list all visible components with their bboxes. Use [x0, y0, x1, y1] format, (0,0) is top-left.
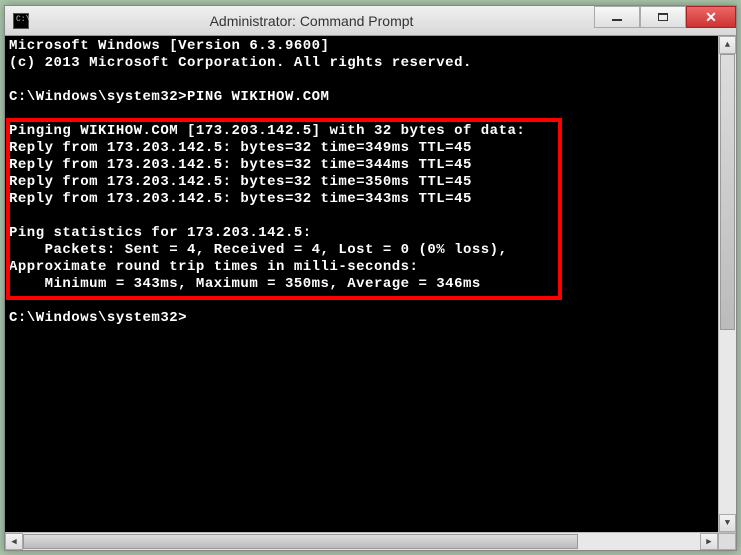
maximize-button[interactable] [640, 6, 686, 28]
maximize-icon [658, 13, 668, 21]
command-prompt-window: C:\ Administrator: Command Prompt ✕ Micr… [4, 5, 737, 551]
ping-reply-line: Reply from 173.203.142.5: bytes=32 time=… [9, 140, 472, 156]
ping-stats-header: Ping statistics for 173.203.142.5: [9, 225, 312, 241]
vscroll-track[interactable] [719, 54, 736, 514]
horizontal-scrollbar[interactable]: ◀ ▶ [5, 532, 736, 550]
copyright-line: (c) 2013 Microsoft Corporation. All righ… [9, 55, 472, 71]
hscroll-thumb[interactable] [23, 534, 578, 549]
ping-reply-line: Reply from 173.203.142.5: bytes=32 time=… [9, 157, 472, 173]
window-title: Administrator: Command Prompt [29, 13, 594, 29]
close-icon: ✕ [705, 9, 717, 26]
ping-reply-line: Reply from 173.203.142.5: bytes=32 time=… [9, 174, 472, 190]
scrollbar-corner [718, 533, 736, 550]
scroll-right-button[interactable]: ▶ [700, 533, 718, 550]
titlebar[interactable]: C:\ Administrator: Command Prompt ✕ [5, 6, 736, 36]
hscroll-track[interactable] [23, 533, 700, 550]
app-icon: C:\ [13, 13, 29, 29]
vscroll-thumb[interactable] [720, 54, 735, 330]
scroll-down-button[interactable]: ▼ [719, 514, 736, 532]
command-prompt-cursor: C:\Windows\system32> [9, 310, 187, 326]
client-area: Microsoft Windows [Version 6.3.9600] (c)… [5, 36, 736, 532]
rtt-header: Approximate round trip times in milli-se… [9, 259, 418, 275]
rtt-values: Minimum = 343ms, Maximum = 350ms, Averag… [9, 276, 481, 292]
scroll-left-button[interactable]: ◀ [5, 533, 23, 550]
terminal-output[interactable]: Microsoft Windows [Version 6.3.9600] (c)… [5, 36, 718, 532]
vertical-scrollbar[interactable]: ▲ ▼ [718, 36, 736, 532]
minimize-button[interactable] [594, 6, 640, 28]
window-controls: ✕ [594, 6, 736, 35]
ping-info-line: Pinging WIKIHOW.COM [173.203.142.5] with… [9, 123, 525, 139]
version-line: Microsoft Windows [Version 6.3.9600] [9, 38, 329, 54]
close-button[interactable]: ✕ [686, 6, 736, 28]
ping-reply-line: Reply from 173.203.142.5: bytes=32 time=… [9, 191, 472, 207]
ping-stats-packets: Packets: Sent = 4, Received = 4, Lost = … [9, 242, 507, 258]
scroll-up-button[interactable]: ▲ [719, 36, 736, 54]
minimize-icon [612, 19, 622, 21]
command-line-ping: C:\Windows\system32>PING WIKIHOW.COM [9, 89, 329, 105]
